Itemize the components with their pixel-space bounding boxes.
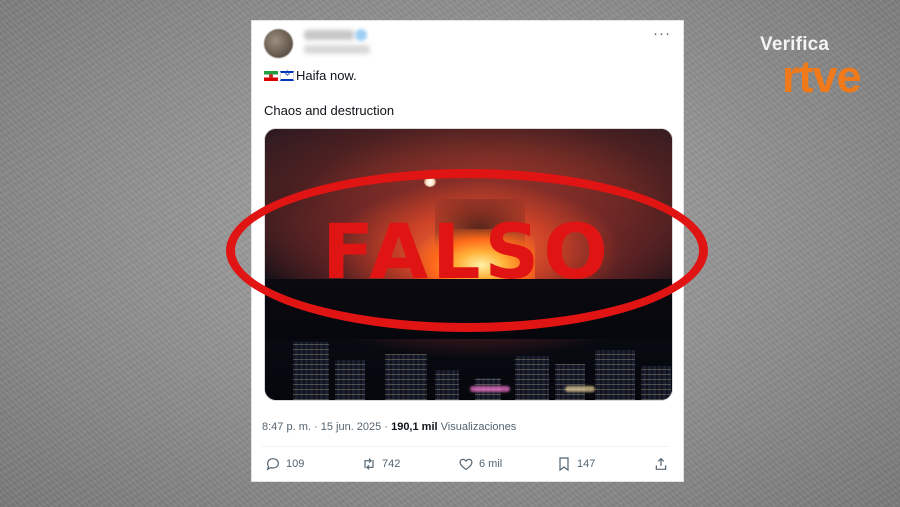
iran-flag-icon [264, 70, 278, 81]
user-display-name-blurred[interactable] [304, 30, 354, 40]
bookmark-count: 147 [577, 458, 596, 470]
building [335, 360, 365, 400]
building [435, 370, 459, 400]
tweet-date[interactable]: 15 jun. 2025 [321, 421, 382, 433]
views-count: 190,1 mil [391, 421, 438, 433]
meta-separator: · [384, 421, 389, 433]
avatar[interactable] [264, 29, 293, 58]
tweet-text-haifa: Haifa now. [296, 68, 357, 83]
share-button[interactable] [653, 456, 674, 472]
tweet-text-line2: Chaos and destruction [264, 103, 395, 118]
divider [262, 446, 669, 447]
retweet-icon [364, 458, 374, 470]
like-count: 6 mil [479, 458, 503, 470]
like-button[interactable]: 6 mil [458, 456, 502, 472]
tweet-actions-bar: 109 742 6 mil 147 [252, 456, 683, 478]
brand-rtve-text: rtve [782, 51, 862, 102]
tweet-meta: 8:47 p. m. · 15 jun. 2025 · 190,1 mil Vi… [262, 421, 516, 433]
bookmark-button[interactable]: 147 [556, 456, 595, 472]
bookmark-icon [559, 457, 569, 472]
falso-stamp-text: FALSO [322, 207, 612, 296]
views-label: Visualizaciones [440, 421, 517, 433]
reply-count: 109 [286, 458, 305, 470]
meta-separator: · [313, 421, 318, 433]
reply-button[interactable]: 109 [265, 456, 304, 472]
building [293, 342, 329, 400]
media-city-skyline [265, 330, 672, 400]
tweet-text-line1: Haifa now. [264, 68, 357, 83]
retweet-count: 742 [382, 458, 401, 470]
user-handle-blurred[interactable] [304, 45, 370, 54]
israel-flag-icon [280, 69, 294, 81]
rtve-verifica-logo: Verifica rtve [760, 34, 880, 106]
city-lights [470, 386, 510, 392]
more-horizontal-icon[interactable]: ··· [653, 25, 671, 42]
building [641, 366, 671, 400]
verified-badge-icon [355, 29, 367, 41]
reply-icon [266, 458, 279, 471]
retweet-button[interactable]: 742 [361, 456, 400, 472]
share-icon [655, 457, 667, 470]
building [515, 356, 549, 400]
tweet-time[interactable]: 8:47 p. m. [262, 421, 311, 433]
building [555, 364, 585, 400]
building [595, 350, 635, 400]
heart-icon [459, 458, 473, 471]
falso-stamp: FALSO [226, 169, 708, 332]
building [385, 354, 427, 400]
city-lights [565, 386, 595, 392]
